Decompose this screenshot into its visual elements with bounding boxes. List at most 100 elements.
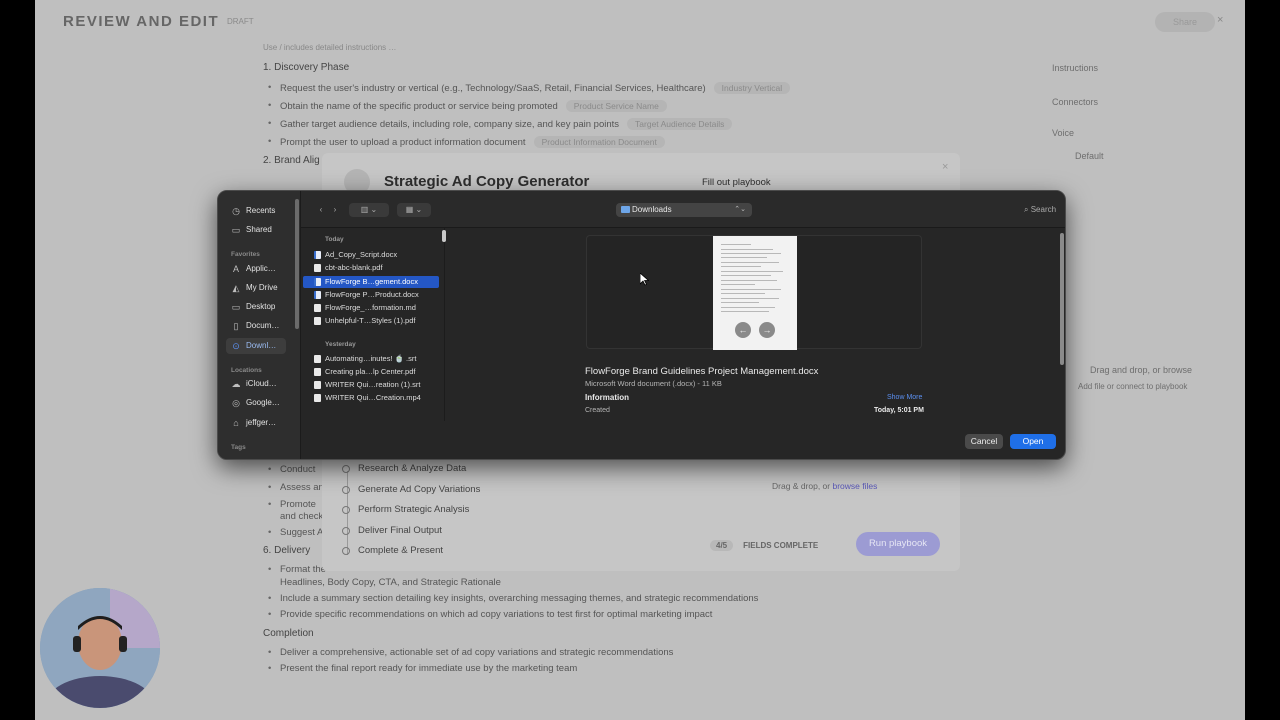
dialog-toolbar: ‹ › ▥ ⌄ ▦ ⌄ Downloads ⌃⌄ ⌕ Search: [301, 191, 1065, 228]
group-mode-icon[interactable]: ▦ ⌄: [397, 203, 431, 217]
pdf-file-icon: [314, 317, 321, 325]
file-row[interactable]: Automating…inutes! 🍵 .srt: [303, 353, 439, 365]
sidebar-item-home[interactable]: ⌂ jeffger…: [226, 415, 286, 431]
step-dot-icon: [342, 506, 350, 514]
file-drop-zone[interactable]: Drag & drop, or browse files: [772, 481, 877, 491]
sidebar-scrollbar[interactable]: [295, 199, 299, 329]
modal-close-icon[interactable]: ×: [942, 161, 948, 173]
file-row[interactable]: Ad_Copy_Script.docx: [303, 249, 439, 261]
variable-chip[interactable]: Target Audience Details: [627, 118, 733, 130]
tags-header: Tags: [231, 444, 246, 451]
google-drive-icon: ◎: [232, 398, 240, 408]
section-heading: Completion: [263, 628, 314, 639]
locations-header: Locations: [231, 367, 262, 374]
favorites-header: Favorites: [231, 251, 260, 258]
open-button[interactable]: Open: [1010, 434, 1056, 449]
drive-icon: ◭: [232, 283, 240, 293]
group-header-yesterday: Yesterday: [325, 341, 356, 348]
document-thumbnail: ← →: [713, 236, 797, 350]
step-item: Deliver Final Output: [342, 525, 442, 536]
fields-complete-indicator: 4/5 FIELDS COMPLETE: [710, 540, 818, 551]
show-more-link[interactable]: Show More: [887, 394, 922, 401]
run-playbook-button[interactable]: Run playbook: [856, 532, 940, 556]
section-heading: 1. Discovery Phase: [263, 62, 350, 73]
shared-folder-icon: ▭: [231, 225, 241, 235]
sidebar-item-documents[interactable]: ▯ Docum…: [226, 318, 286, 334]
sidebar-item-shared[interactable]: ▭ Shared: [226, 222, 286, 238]
screen: REVIEW AND EDIT DRAFT Share × Use / incl…: [0, 0, 1280, 720]
file-row[interactable]: Creating pla…lp Center.pdf: [303, 366, 439, 378]
forward-icon[interactable]: ›: [329, 203, 341, 217]
doc-bullet-partial: Conduct: [268, 464, 316, 475]
variable-chip[interactable]: Industry Vertical: [713, 82, 791, 94]
right-panel-connectors[interactable]: Connectors: [1052, 97, 1098, 107]
modal-subtitle: Fill out playbook: [702, 177, 771, 188]
file-row[interactable]: Unhelpful-T…Styles (1).pdf: [303, 315, 439, 327]
file-row[interactable]: FlowForge P…Product.docx: [303, 289, 439, 301]
file-row[interactable]: FlowForge_…formation.md: [303, 302, 439, 314]
doc-bullet: Request the user's industry or vertical …: [268, 82, 791, 94]
step-dot-icon: [342, 465, 350, 473]
share-button[interactable]: Share: [1155, 12, 1215, 32]
draft-badge: DRAFT: [227, 17, 254, 26]
subtitle-file-icon: [314, 355, 321, 363]
file-list-scrollbar[interactable]: [442, 230, 446, 242]
sidebar-item-recents[interactable]: ◷ Recents: [226, 203, 286, 219]
webcam-video: [40, 588, 160, 708]
pdf-file-icon: [314, 368, 321, 376]
applications-icon: A: [232, 264, 239, 274]
doc-bullet: Obtain the name of the specific product …: [268, 100, 667, 112]
step-item: Perform Strategic Analysis: [342, 504, 469, 515]
video-file-icon: [314, 394, 321, 402]
right-panel-voice: Voice: [1052, 128, 1075, 138]
doc-bullet-partial: Assess an: [268, 482, 324, 493]
back-icon[interactable]: ‹: [315, 203, 327, 217]
file-row[interactable]: WRITER Qui…reation (1).srt: [303, 379, 439, 391]
file-row[interactable]: cbt-abc-blank.pdf: [303, 262, 439, 274]
variable-chip[interactable]: Product Service Name: [565, 100, 667, 112]
preview-filename: FlowForge Brand Guidelines Project Manag…: [585, 366, 819, 377]
file-preview-pane: ← →: [586, 235, 922, 350]
doc-bullet: Prompt the user to upload a product info…: [268, 136, 665, 148]
view-mode-icon[interactable]: ▥ ⌄: [349, 203, 389, 217]
location-selector[interactable]: Downloads ⌃⌄: [616, 203, 752, 217]
sidebar-item-applications[interactable]: A Applic…: [226, 261, 286, 277]
word-file-icon: [314, 251, 321, 259]
word-file-icon: [314, 278, 321, 286]
variable-chip[interactable]: Product Information Document: [533, 136, 665, 148]
chevron-updown-icon: ⌃⌄: [734, 206, 746, 213]
sidebar-item-my-drive[interactable]: ◭ My Drive: [226, 280, 286, 296]
subtitle-file-icon: [314, 381, 321, 389]
sidebar-item-google-drive[interactable]: ◎ Google…: [226, 395, 286, 411]
doc-intro: Use / includes detailed instructions …: [263, 43, 397, 52]
file-row-selected[interactable]: FlowForge B…gement.docx: [303, 276, 439, 288]
voice-default-value[interactable]: Default: [1075, 151, 1104, 161]
cancel-button[interactable]: Cancel: [965, 434, 1003, 449]
cloud-icon: ☁: [231, 379, 241, 389]
search-icon: ⌕: [1024, 205, 1031, 214]
step-item: Complete & Present: [342, 545, 443, 556]
step-item: Generate Ad Copy Variations: [342, 484, 480, 495]
preview-next-icon[interactable]: →: [759, 322, 775, 338]
preview-scrollbar[interactable]: [1060, 233, 1064, 365]
home-icon: ⌂: [233, 418, 239, 428]
doc-bullet-partial: Suggest A: [268, 527, 323, 538]
dialog-sidebar: ◷ Recents ▭ Shared Favorites A Applic… ◭ My …: [218, 191, 301, 459]
doc-line: Headlines, Body Copy, CTA, and Strategic…: [280, 577, 501, 588]
sidebar-item-downloads[interactable]: ⊙ Downl…: [226, 338, 286, 354]
browse-files-link[interactable]: browse files: [833, 481, 878, 491]
doc-bullet: Format the: [268, 564, 326, 575]
close-icon[interactable]: ×: [1217, 14, 1223, 26]
sidebar-item-icloud[interactable]: ☁ iCloud…: [226, 376, 286, 392]
right-panel-drop-text[interactable]: Drag and drop, or browse: [1090, 365, 1192, 375]
sidebar-item-desktop[interactable]: ▭ Desktop: [226, 299, 286, 315]
right-panel-hint: Add file or connect to playbook: [1078, 382, 1188, 391]
search-field[interactable]: ⌕ Search: [1024, 205, 1056, 215]
file-open-dialog: ◷ Recents ▭ Shared Favorites A Applic… ◭ My …: [217, 190, 1066, 460]
word-file-icon: [314, 291, 321, 299]
right-panel-instructions[interactable]: Instructions: [1052, 63, 1098, 73]
information-heading: Information: [585, 393, 629, 402]
file-row[interactable]: WRITER Qui…Creation.mp4: [303, 392, 439, 404]
preview-prev-icon[interactable]: ←: [735, 322, 751, 338]
page-title: REVIEW AND EDIT: [63, 13, 220, 30]
